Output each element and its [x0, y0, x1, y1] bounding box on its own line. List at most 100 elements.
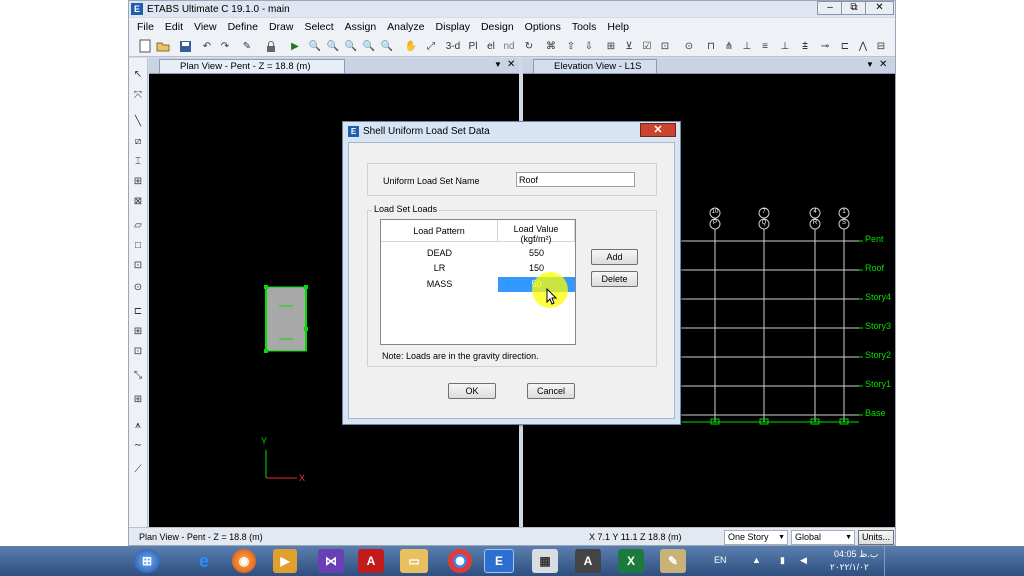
beam-icon[interactable]: ⊓ [703, 38, 719, 54]
zoom-prev-icon[interactable]: 🔍 [343, 38, 359, 54]
new-model-icon[interactable] [137, 38, 153, 54]
pointer-icon[interactable]: ↖ [131, 67, 145, 81]
tab-elevation-view[interactable]: Elevation View - L1S [533, 59, 657, 73]
menu-assign[interactable]: Assign [345, 21, 377, 33]
tab-plan-view[interactable]: Plan View - Pent - Z = 18.8 (m) [159, 59, 345, 73]
visual-studio-icon[interactable]: ⋈ [318, 549, 344, 573]
close-window-button[interactable]: ✕ [865, 1, 894, 15]
object-shrink-icon[interactable]: ⊻ [621, 38, 637, 54]
volume-icon[interactable]: ◀ [800, 555, 807, 566]
dialog-close-button[interactable]: ✕ [640, 123, 676, 137]
row-2-pattern[interactable]: LR [381, 261, 498, 276]
rotate-icon[interactable]: ↻ [521, 38, 537, 54]
draw-beam-icon[interactable]: ⊞ [131, 174, 145, 188]
draw-slab-icon[interactable]: ⊞ [131, 324, 145, 338]
section-icon[interactable]: ⊙ [681, 38, 697, 54]
clock-date[interactable]: ٢٠٢٢/١/٠٢ [830, 562, 869, 573]
draw-floor-icon[interactable]: ▱ [131, 218, 145, 232]
elevation-close-icon[interactable]: ✕ [879, 59, 887, 70]
menu-define[interactable]: Define [228, 21, 258, 33]
elevation-dropdown-icon[interactable]: ▼ [866, 60, 874, 69]
draw-wall-icon[interactable]: ⊠ [131, 194, 145, 208]
clock-time[interactable]: 04:05 ب.ظ [834, 549, 878, 560]
row-2-value[interactable]: 150 [498, 261, 575, 276]
menu-file[interactable]: File [137, 21, 154, 33]
firefox-icon[interactable]: ◉ [232, 549, 256, 573]
open-icon[interactable] [155, 38, 171, 54]
redo-icon[interactable]: ↷ [217, 38, 233, 54]
draw-tendon-icon[interactable]: ⩚ [131, 418, 145, 432]
checkbox-icon[interactable]: ☑ [639, 38, 655, 54]
plan-view-close-icon[interactable]: ✕ [507, 59, 515, 70]
plan-view-dropdown-icon[interactable]: ▼ [494, 60, 502, 69]
row-3-pattern[interactable]: MASS [381, 277, 498, 292]
zoom-out-icon[interactable]: 🔍 [379, 38, 395, 54]
move-down-icon[interactable]: ⇩ [581, 38, 597, 54]
minimize-button[interactable]: – [817, 1, 843, 15]
pan-icon[interactable]: ✋ [403, 38, 419, 54]
menu-tools[interactable]: Tools [572, 21, 597, 33]
reshape-icon[interactable]: ⤧ [131, 88, 145, 102]
row-1-pattern[interactable]: DEAD [381, 246, 498, 261]
area-load-icon[interactable]: ⊟ [873, 38, 889, 54]
etabs-taskbar-icon[interactable]: E [484, 549, 514, 573]
menu-edit[interactable]: Edit [165, 21, 183, 33]
plan-view-button[interactable]: Pl [465, 38, 481, 54]
coord-system-select[interactable]: Global ▼ [791, 530, 855, 545]
lock-icon[interactable] [263, 38, 279, 54]
menu-select[interactable]: Select [304, 21, 333, 33]
rubber-band-icon[interactable]: ⤢ [423, 38, 439, 54]
excel-icon[interactable]: X [618, 549, 644, 573]
menu-draw[interactable]: Draw [269, 21, 294, 33]
release-icon[interactable]: ⊏ [837, 38, 853, 54]
internet-explorer-icon[interactable]: e [190, 549, 218, 573]
autocad-icon[interactable]: A [575, 549, 601, 573]
support-icon[interactable]: ⊥ [777, 38, 793, 54]
network-icon[interactable]: ▮ [780, 555, 785, 566]
zoom-window-icon[interactable]: 🔍 [307, 38, 323, 54]
draw-column-icon[interactable]: ⌶ [131, 154, 145, 168]
start-button-icon[interactable]: ⊞ [134, 549, 160, 573]
frame-icon[interactable]: ⊥ [739, 38, 755, 54]
load-set-name-field[interactable] [516, 172, 635, 187]
delete-button[interactable]: Delete [591, 271, 638, 287]
language-indicator[interactable]: EN [714, 555, 727, 565]
menu-design[interactable]: Design [481, 21, 514, 33]
draw-opening-icon[interactable]: ⊏ [131, 304, 145, 318]
nd-button[interactable]: nd [501, 38, 517, 54]
perspective-icon[interactable]: ⌘ [543, 38, 559, 54]
move-up-icon[interactable]: ⇧ [563, 38, 579, 54]
maximize-button[interactable]: ⧉ [841, 1, 867, 15]
media-player-icon[interactable]: ▶ [273, 549, 297, 573]
draw-line-icon[interactable]: ╲ [131, 114, 145, 128]
chrome-icon[interactable] [448, 549, 472, 573]
grid-line-icon[interactable]: ≡ [757, 38, 773, 54]
column-icon[interactable]: ⋔ [721, 38, 737, 54]
draw-brace-icon[interactable]: ⧄ [131, 134, 145, 148]
row-1-value[interactable]: 550 [498, 246, 575, 261]
draw-point-icon[interactable]: ⊙ [131, 280, 145, 294]
elevation-view-button[interactable]: el [483, 38, 499, 54]
units-button[interactable]: Units... [858, 530, 894, 545]
cancel-button[interactable]: Cancel [527, 383, 575, 399]
story-select[interactable]: One Story ▼ [724, 530, 788, 545]
add-button[interactable]: Add [591, 249, 638, 265]
menu-options[interactable]: Options [525, 21, 561, 33]
pencil-icon[interactable]: ✎ [239, 38, 255, 54]
acrobat-icon[interactable]: A [358, 549, 384, 573]
menu-view[interactable]: View [194, 21, 217, 33]
draw-grid-icon[interactable]: ⊞ [131, 392, 145, 406]
draw-spring-icon[interactable]: ∼ [131, 438, 145, 452]
draw-area-icon[interactable]: ⊡ [131, 258, 145, 272]
menu-analyze[interactable]: Analyze [387, 21, 424, 33]
menu-help[interactable]: Help [607, 21, 629, 33]
paint-icon[interactable]: ✎ [660, 549, 686, 573]
show-desktop-button[interactable] [884, 546, 894, 576]
tray-arrow-icon[interactable]: ▲ [752, 555, 761, 565]
zoom-in-icon[interactable]: 🔍 [361, 38, 377, 54]
zoom-restore-icon[interactable]: 🔍 [325, 38, 341, 54]
draw-ramp-icon[interactable]: ⊡ [131, 344, 145, 358]
dropdown-options-icon[interactable]: ⊡ [657, 38, 673, 54]
menu-display[interactable]: Display [436, 21, 470, 33]
spring-icon[interactable]: ⋀ [855, 38, 871, 54]
